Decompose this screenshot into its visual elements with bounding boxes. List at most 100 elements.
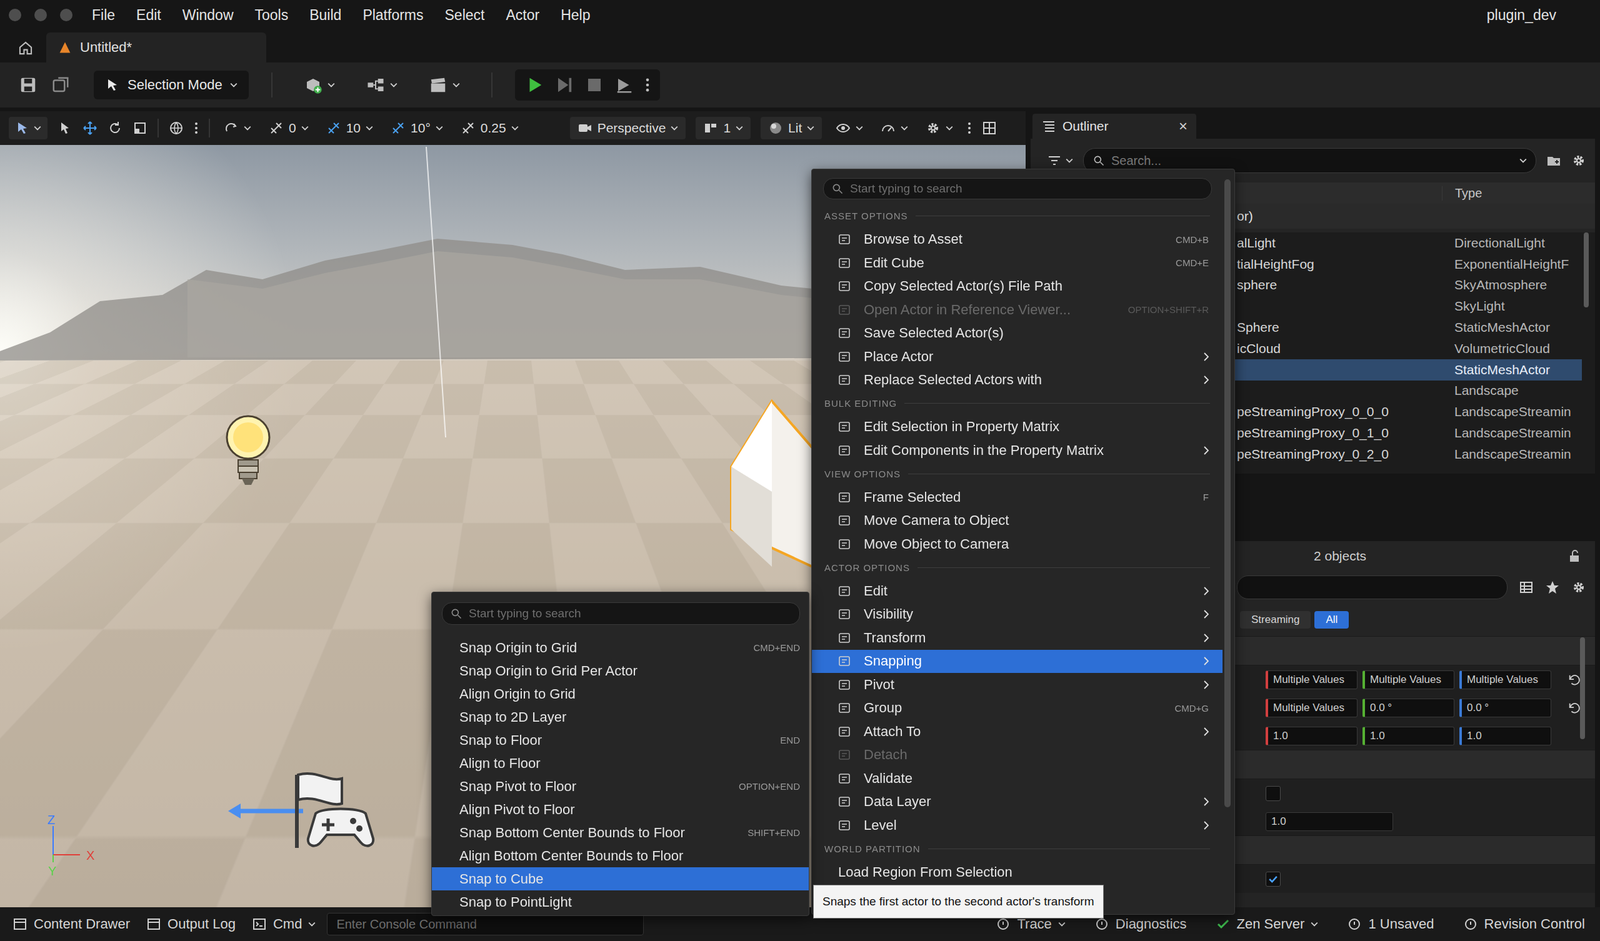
reset-icon[interactable] [1567, 701, 1582, 715]
menu-item[interactable]: Detach [811, 743, 1223, 768]
menu-item[interactable]: Snap to FloorEND [431, 728, 809, 752]
save-icon[interactable] [18, 75, 38, 95]
menu-item[interactable]: Frame SelectedF [811, 485, 1223, 510]
menu-item[interactable]: Window [171, 6, 245, 24]
details-search[interactable] [1236, 575, 1508, 600]
menu-item[interactable]: Transform [811, 626, 1223, 650]
reset-icon[interactable] [1567, 673, 1582, 687]
status-button[interactable]: Revision Control [1463, 916, 1585, 933]
point-light-icon[interactable] [223, 411, 274, 493]
viewport-options-button[interactable] [8, 116, 48, 140]
home-icon[interactable] [17, 40, 34, 57]
add-actor-button[interactable] [295, 75, 344, 95]
menu-item[interactable]: Snap Pivot to FloorOPTION+END [431, 775, 809, 799]
menu-item[interactable]: Save Selected Actor(s) [811, 321, 1223, 346]
star-icon[interactable] [1545, 580, 1560, 595]
status-button[interactable]: Content Drawer [12, 916, 130, 933]
menu-item[interactable]: Snap Origin to GridCMD+END [431, 636, 809, 660]
menu-item[interactable]: Align Origin to Grid [431, 682, 809, 706]
filter-chip[interactable]: Streaming [1240, 611, 1311, 629]
performance-button[interactable] [876, 120, 912, 136]
number-field[interactable]: 1.0 [1459, 726, 1552, 746]
viewport-layout-icon[interactable] [981, 120, 997, 136]
status-button[interactable]: Output Log [146, 916, 236, 933]
menu-item[interactable]: File [81, 6, 126, 24]
status-button[interactable]: Diagnostics [1094, 916, 1187, 933]
menu-item[interactable]: Move Object to Camera [811, 532, 1223, 557]
number-field[interactable]: Multiple Values [1362, 670, 1455, 690]
new-folder-icon[interactable] [1546, 153, 1562, 169]
number-field[interactable]: Multiple Values [1459, 670, 1552, 690]
checkbox[interactable] [1265, 871, 1281, 887]
close-button[interactable]: × [1178, 117, 1188, 135]
eject-icon[interactable] [615, 75, 634, 95]
menu-item[interactable]: Tools [244, 6, 300, 24]
menu-item[interactable]: Select [434, 6, 496, 24]
step-icon[interactable] [555, 75, 574, 95]
menu-item[interactable]: Load Region From Selection [811, 860, 1223, 885]
menu-item[interactable]: Browse to AssetCMD+B [811, 228, 1223, 252]
status-button[interactable]: 1 Unsaved [1346, 916, 1434, 933]
menu-item[interactable]: Copy Selected Actor(s) File Path [811, 275, 1223, 299]
menu-item[interactable]: Open Actor in Reference Viewer...OPTION+… [811, 298, 1223, 322]
menu-item[interactable]: Data Layer [811, 790, 1223, 815]
cmd-dropdown[interactable]: Cmd [251, 916, 316, 933]
scrollbar[interactable] [1581, 232, 1591, 474]
play-icon[interactable] [525, 75, 544, 95]
menu-item[interactable]: Edit CubeCMD+E [811, 251, 1223, 275]
menu-item[interactable]: Actor [495, 6, 550, 24]
filter-chip[interactable]: All [1314, 611, 1349, 629]
menu-item[interactable]: Place Actor [811, 345, 1223, 369]
cinematics-button[interactable] [420, 75, 469, 95]
menu-item[interactable]: Snap to PointLight [431, 890, 809, 914]
rotate-icon[interactable] [107, 120, 123, 136]
menu-item[interactable]: Snap to Cube [431, 867, 809, 891]
menu-item[interactable]: Edit [125, 6, 172, 24]
settings-button[interactable] [921, 120, 957, 136]
menu-item[interactable]: Pivot [811, 673, 1223, 697]
console-input[interactable]: Enter Console Command [326, 913, 644, 936]
show-flags-button[interactable] [831, 120, 867, 136]
number-field[interactable]: 1.0 [1265, 726, 1358, 746]
more-icon[interactable] [645, 76, 650, 94]
number-field[interactable]: 1.0 [1265, 812, 1394, 832]
number-field[interactable]: Multiple Values [1265, 698, 1358, 718]
filter-button[interactable] [1046, 153, 1074, 169]
menu-item[interactable]: Validate [811, 766, 1223, 791]
column-header[interactable]: Type [1441, 186, 1582, 201]
lock-icon[interactable] [1567, 548, 1583, 564]
selection-mode-dropdown[interactable]: Selection Mode [93, 70, 249, 100]
menu-item[interactable]: Snap Bottom Center Bounds to FloorSHIFT+… [431, 821, 809, 845]
player-start-icon[interactable] [228, 763, 379, 852]
outliner-tab[interactable]: Outliner× [1032, 113, 1197, 139]
level-tab[interactable]: Untitled* [46, 32, 267, 63]
menu-item[interactable]: Move Camera to Object [811, 509, 1223, 534]
menu-item[interactable]: Build [298, 6, 352, 24]
surface-snap-button[interactable] [220, 120, 255, 136]
snap-setting[interactable]: 10° [386, 120, 447, 136]
source-control-icon[interactable] [51, 75, 70, 95]
menu-search[interactable]: Start typing to search [441, 602, 800, 625]
cube-actor[interactable] [728, 398, 816, 574]
snap-setting[interactable]: 0 [265, 120, 313, 136]
lighting-dropdown[interactable]: Lit [760, 116, 822, 140]
window-control[interactable] [60, 8, 73, 22]
menu-item[interactable]: Snap to 2D Layer [431, 705, 809, 729]
more-icon[interactable] [966, 120, 972, 136]
menu-item[interactable]: Align Bottom Center Bounds to Floor [431, 844, 809, 868]
number-field[interactable]: 0.0 ° [1459, 698, 1552, 718]
menu-item[interactable]: GroupCMD+G [811, 696, 1223, 721]
snap-setting[interactable]: 0.25 [456, 120, 523, 136]
property-matrix-icon[interactable] [1518, 580, 1534, 595]
blueprint-button[interactable] [357, 75, 407, 95]
number-field[interactable]: 1.0 [1362, 726, 1455, 746]
number-field[interactable]: Multiple Values [1265, 670, 1358, 690]
menu-item[interactable]: Level [811, 813, 1223, 838]
number-field[interactable]: 0.0 ° [1362, 698, 1455, 718]
gear-icon[interactable] [1571, 153, 1587, 169]
menu-item[interactable]: Align Pivot to Floor [431, 798, 809, 822]
scrollbar[interactable] [1580, 637, 1585, 740]
menu-item[interactable]: Platforms [351, 6, 434, 24]
menu-item[interactable]: Snapping [811, 650, 1223, 674]
menu-item[interactable]: Align to Floor [431, 751, 809, 775]
